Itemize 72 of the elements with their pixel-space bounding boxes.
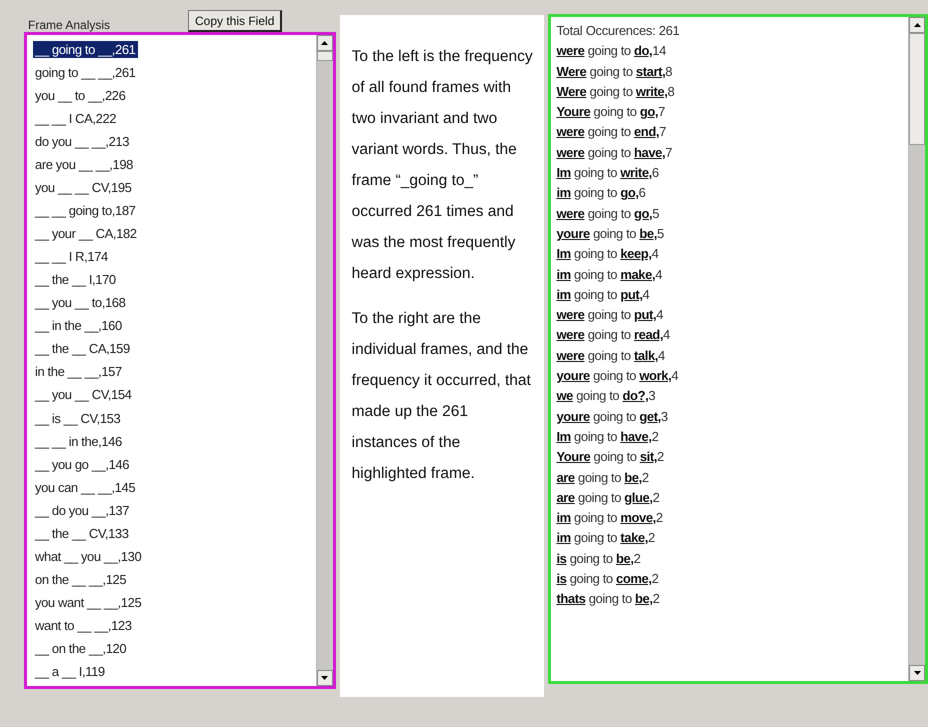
frame-item[interactable]: __ you go __,146 (33, 456, 132, 479)
instance-item[interactable]: im going to make,4 (556, 264, 908, 285)
frame-item[interactable]: __ __ in the,146 (33, 432, 124, 456)
frame-item[interactable]: want to __ __,123 (33, 616, 134, 640)
up-arrow-icon (321, 41, 328, 45)
total-count: Total Occurences: 261 (556, 22, 680, 40)
frame-item[interactable]: __ the __ CV,133 (33, 524, 131, 548)
frame-item[interactable]: __ is __ CV,153 (33, 410, 122, 433)
instance-item[interactable]: Were going to write,8 (556, 82, 908, 102)
instance-item[interactable]: Youre going to go,7 (556, 102, 908, 122)
frame-item[interactable]: what __ you __,130 (33, 548, 144, 571)
frame-item[interactable]: are you __ __,198 (33, 156, 136, 180)
frame-item[interactable]: you can __ __,145 (33, 478, 138, 502)
instance-item[interactable]: were going to talk,4 (556, 346, 908, 366)
instance-item[interactable]: were going to put,4 (556, 305, 908, 326)
frame-item[interactable]: __ a __ I,119 (33, 662, 107, 686)
up-arrow-icon (914, 23, 920, 27)
frame-item[interactable]: __ __ going to,187 (33, 202, 138, 226)
down-arrow-icon (914, 671, 920, 675)
instance-item[interactable]: were going to do,14 (556, 41, 908, 62)
instance-item[interactable]: im going to move,2 (556, 508, 908, 528)
instance-item[interactable]: Im going to keep,4 (556, 244, 908, 265)
instance-item[interactable]: youre going to get,3 (556, 406, 908, 427)
frame-item[interactable]: __ do you __,137 (33, 502, 132, 525)
instance-item[interactable]: were going to end,7 (556, 122, 908, 143)
instance-item[interactable]: youre going to be,5 (556, 224, 908, 244)
instance-item[interactable]: is going to come,2 (556, 569, 908, 590)
instance-item[interactable]: were going to read,4 (556, 325, 908, 346)
frame-item[interactable]: do you __ __,213 (33, 133, 132, 156)
frame-item[interactable]: on the __ __,125 (33, 570, 128, 594)
instance-item[interactable]: Youre going to sit,2 (556, 447, 908, 468)
frame-item[interactable]: __ you __ CV,154 (33, 386, 134, 410)
instance-item[interactable]: Im going to have,2 (556, 426, 908, 448)
scroll-thumb[interactable] (909, 33, 925, 145)
scroll-down-button[interactable] (316, 670, 333, 686)
frame-item[interactable]: __ in the __,160 (33, 317, 124, 340)
instance-item[interactable]: im going to put,4 (556, 284, 908, 306)
frame-item[interactable]: __ the __ I,170 (33, 271, 118, 294)
scroll-up-button[interactable] (316, 35, 333, 51)
frame-item[interactable]: going to __ __,261 (33, 64, 138, 88)
instance-item[interactable]: youre going to work,4 (556, 366, 908, 386)
explanation-text: To the right are the individual frames, and the frequency it occurred, that made up the 261 instances of the highlighted frame. (352, 309, 532, 484)
frame-item[interactable]: __ on the __,120 (33, 640, 128, 663)
scroll-thumb[interactable] (316, 51, 333, 61)
instance-item[interactable]: are going to glue,2 (556, 488, 908, 508)
instance-item[interactable]: Im going to write,6 (556, 163, 908, 184)
instance-item[interactable]: thats going to be,2 (556, 589, 908, 610)
instance-item[interactable]: is going to be,2 (556, 548, 908, 570)
frame-item[interactable]: you want __ __,125 (33, 594, 144, 617)
explanation-text: To the left is the frequency of all found frames with two invariant and two variant words. Thus, the frame “_going to_” occurred 261 times and was the most frequently heard expression. (352, 47, 534, 284)
instance-item[interactable]: im going to go,6 (556, 183, 908, 204)
instance-item[interactable]: are going to be,2 (556, 468, 908, 488)
copy-button[interactable]: Copy this Field (188, 10, 282, 32)
instance-item[interactable]: were going to go,5 (556, 204, 908, 224)
scrollbar[interactable] (908, 17, 925, 681)
scroll-up-button[interactable] (909, 17, 925, 33)
frame-item[interactable]: __ __ I CA,222 (33, 110, 118, 134)
frame-item[interactable]: __ your __ CA,182 (33, 225, 139, 248)
panel-title: Frame Analysis (27, 18, 112, 32)
instance-item[interactable]: were going to have,7 (556, 142, 908, 164)
frame-item[interactable]: you __ __ CV,195 (33, 179, 134, 202)
frame-item[interactable]: in the __ __,157 (33, 363, 124, 386)
frame-item[interactable]: __ you __ to,168 (33, 294, 128, 318)
frame-item[interactable]: __ the __ CA,159 (33, 340, 132, 364)
down-arrow-icon (321, 676, 328, 680)
instance-item[interactable]: im going to take,2 (556, 528, 908, 549)
frame-item[interactable]: __ __ I R,174 (33, 248, 110, 272)
frame-item[interactable]: you __ to __,226 (33, 87, 128, 110)
scrollbar[interactable] (316, 35, 333, 686)
instance-item[interactable]: we going to do?,3 (556, 386, 908, 407)
scroll-down-button[interactable] (909, 665, 925, 681)
instance-item[interactable]: Were going to start,8 (556, 62, 908, 82)
